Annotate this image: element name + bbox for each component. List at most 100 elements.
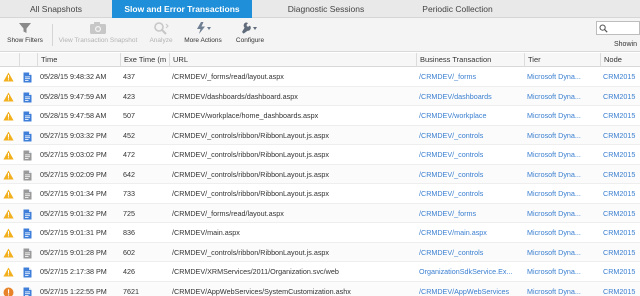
url-cell: /CRMDEV/_controls/ribbon/RibbonLayout.js… — [172, 247, 330, 257]
table-row[interactable]: 05/28/15 9:47:59 AM 423/CRMDEV/dashboards… — [0, 86, 640, 106]
tab-periodic-collection[interactable]: Periodic Collection — [400, 0, 515, 18]
node-link[interactable]: CRM2015 — [600, 243, 640, 262]
node-link[interactable]: CRM2015 — [600, 223, 640, 242]
tier-link[interactable]: Microsoft Dyna... — [524, 165, 600, 184]
time-cell: 05/28/15 9:47:59 AM — [40, 91, 107, 101]
type-cell — [23, 204, 37, 223]
more-actions-label: More Actions — [184, 37, 222, 44]
table-row[interactable]: 05/27/15 9:03:02 PM 472/CRMDEV/_controls/… — [0, 145, 640, 165]
type-cell — [23, 262, 37, 281]
col-node[interactable]: Node — [600, 53, 640, 67]
tier-link[interactable]: Microsoft Dyna... — [524, 243, 600, 262]
business-transaction-link[interactable]: /CRMDEV/_controls — [416, 184, 524, 203]
exe-time-cell: 437 — [123, 72, 135, 81]
configure-button[interactable]: Configure — [230, 20, 270, 50]
business-transaction-link[interactable]: /CRMDEV/_controls — [416, 243, 524, 262]
col-type[interactable] — [19, 53, 37, 67]
table-row[interactable]: 05/27/15 2:17:38 PM 426/CRMDEV/XRMService… — [0, 262, 640, 282]
tier-link[interactable]: Microsoft Dyna... — [524, 204, 600, 223]
analyze-button[interactable]: Analyze — [144, 20, 178, 50]
status-cell — [3, 282, 19, 296]
url-cell: /CRMDEV/main.aspx — [172, 228, 240, 237]
col-business-transaction[interactable]: Business Transaction — [416, 53, 524, 67]
exe-time-cell: 725 — [123, 208, 135, 218]
table-row[interactable]: 05/27/15 9:01:31 PM 836/CRMDEV/main.aspx /… — [0, 223, 640, 243]
table-row[interactable]: 05/27/15 9:03:32 PM 452/CRMDEV/_controls/… — [0, 125, 640, 145]
show-filters-button[interactable]: Show Filters — [4, 20, 46, 50]
tier-link[interactable]: Microsoft Dyna... — [524, 87, 600, 106]
tab-slow-and-error-transactions[interactable]: Slow and Error Transactions — [112, 0, 252, 18]
warning-icon — [3, 267, 14, 277]
node-link[interactable]: CRM2015 — [600, 67, 640, 86]
type-cell — [23, 282, 37, 296]
tier-link[interactable]: Microsoft Dyna... — [524, 145, 600, 164]
node-link[interactable]: CRM2015 — [600, 106, 640, 125]
time-cell: 05/27/15 9:01:34 PM — [40, 189, 107, 198]
tier-link[interactable]: Microsoft Dyna... — [524, 223, 600, 242]
table-row[interactable]: 05/27/15 9:02:09 PM 642/CRMDEV/_controls/… — [0, 164, 640, 184]
col-exe-time[interactable]: Exe Time (m — [120, 53, 169, 67]
tab-bar: All Snapshots Slow and Error Transaction… — [0, 0, 640, 18]
business-transaction-link[interactable]: /CRMDEV/_forms — [416, 67, 524, 86]
table-row[interactable]: 05/27/15 9:01:28 PM 602/CRMDEV/_controls/… — [0, 242, 640, 262]
table-row[interactable]: 05/27/15 9:01:34 PM 733/CRMDEV/_controls/… — [0, 184, 640, 204]
tab-diagnostic-sessions[interactable]: Diagnostic Sessions — [252, 0, 400, 18]
node-link[interactable]: CRM2015 — [600, 87, 640, 106]
error-icon — [3, 287, 14, 296]
exe-time-cell: 426 — [123, 267, 135, 276]
node-link[interactable]: CRM2015 — [600, 262, 640, 281]
url-cell: /CRMDEV/_controls/ribbon/RibbonLayout.js… — [172, 189, 330, 198]
business-transaction-link[interactable]: /CRMDEV/AppWebServices — [416, 282, 524, 296]
business-transaction-link[interactable]: /CRMDEV/main.aspx — [416, 223, 524, 242]
business-transaction-link[interactable]: /CRMDEV/_controls — [416, 145, 524, 164]
url-cell: /CRMDEV/_forms/read/layout.aspx — [172, 208, 284, 218]
tier-link[interactable]: Microsoft Dyna... — [524, 106, 600, 125]
status-cell — [3, 126, 19, 145]
status-cell — [3, 67, 19, 86]
warning-icon — [3, 111, 14, 121]
table-row[interactable]: 05/28/15 9:48:32 AM 437/CRMDEV/_forms/rea… — [0, 67, 640, 87]
business-transaction-link[interactable]: /CRMDEV/_controls — [416, 126, 524, 145]
tier-link[interactable]: Microsoft Dyna... — [524, 282, 600, 296]
exe-time-cell: 452 — [123, 130, 135, 140]
node-link[interactable]: CRM2015 — [600, 282, 640, 296]
tier-link[interactable]: Microsoft Dyna... — [524, 126, 600, 145]
col-tier[interactable]: Tier — [524, 53, 600, 67]
time-cell: 05/27/15 9:02:09 PM — [40, 169, 107, 179]
type-cell — [23, 243, 37, 262]
more-actions-button[interactable]: More Actions — [182, 20, 224, 50]
warning-icon — [3, 131, 14, 140]
tab-all-snapshots[interactable]: All Snapshots — [0, 0, 112, 18]
time-cell: 05/27/15 9:01:32 PM — [40, 208, 107, 218]
view-transaction-snapshot-button[interactable]: View Transaction Snapshot — [56, 20, 140, 50]
business-transaction-link[interactable]: OrganizationSdkService.Ex... — [416, 262, 524, 281]
table-row[interactable]: 05/27/15 1:22:55 PM 7621/CRMDEV/AppWebSer… — [0, 281, 640, 296]
business-transaction-link[interactable]: /CRMDEV/workplace — [416, 106, 524, 125]
node-link[interactable]: CRM2015 — [600, 204, 640, 223]
warning-icon — [3, 92, 14, 101]
lightning-icon — [197, 22, 211, 34]
time-cell: 05/28/15 9:48:32 AM — [40, 72, 107, 81]
type-cell — [23, 165, 37, 184]
business-transaction-link[interactable]: /CRMDEV/dashboards — [416, 87, 524, 106]
url-cell: /CRMDEV/dashboards/dashboard.aspx — [172, 91, 298, 101]
status-cell — [3, 262, 19, 281]
warning-icon — [3, 150, 14, 160]
col-status[interactable] — [0, 53, 19, 67]
tier-link[interactable]: Microsoft Dyna... — [524, 67, 600, 86]
business-transaction-link[interactable]: /CRMDEV/_forms — [416, 204, 524, 223]
document-icon — [23, 170, 32, 180]
table-row[interactable]: 05/27/15 9:01:32 PM 725/CRMDEV/_forms/rea… — [0, 203, 640, 223]
tier-link[interactable]: Microsoft Dyna... — [524, 184, 600, 203]
node-link[interactable]: CRM2015 — [600, 145, 640, 164]
status-cell — [3, 145, 19, 164]
node-link[interactable]: CRM2015 — [600, 184, 640, 203]
tier-link[interactable]: Microsoft Dyna... — [524, 262, 600, 281]
business-transaction-link[interactable]: /CRMDEV/_controls — [416, 165, 524, 184]
table-row[interactable]: 05/28/15 9:47:58 AM 507/CRMDEV/workplace/… — [0, 106, 640, 126]
node-link[interactable]: CRM2015 — [600, 165, 640, 184]
search-input[interactable] — [609, 23, 639, 33]
node-link[interactable]: CRM2015 — [600, 126, 640, 145]
col-url[interactable]: URL — [169, 53, 416, 67]
col-time[interactable]: Time — [37, 53, 120, 67]
